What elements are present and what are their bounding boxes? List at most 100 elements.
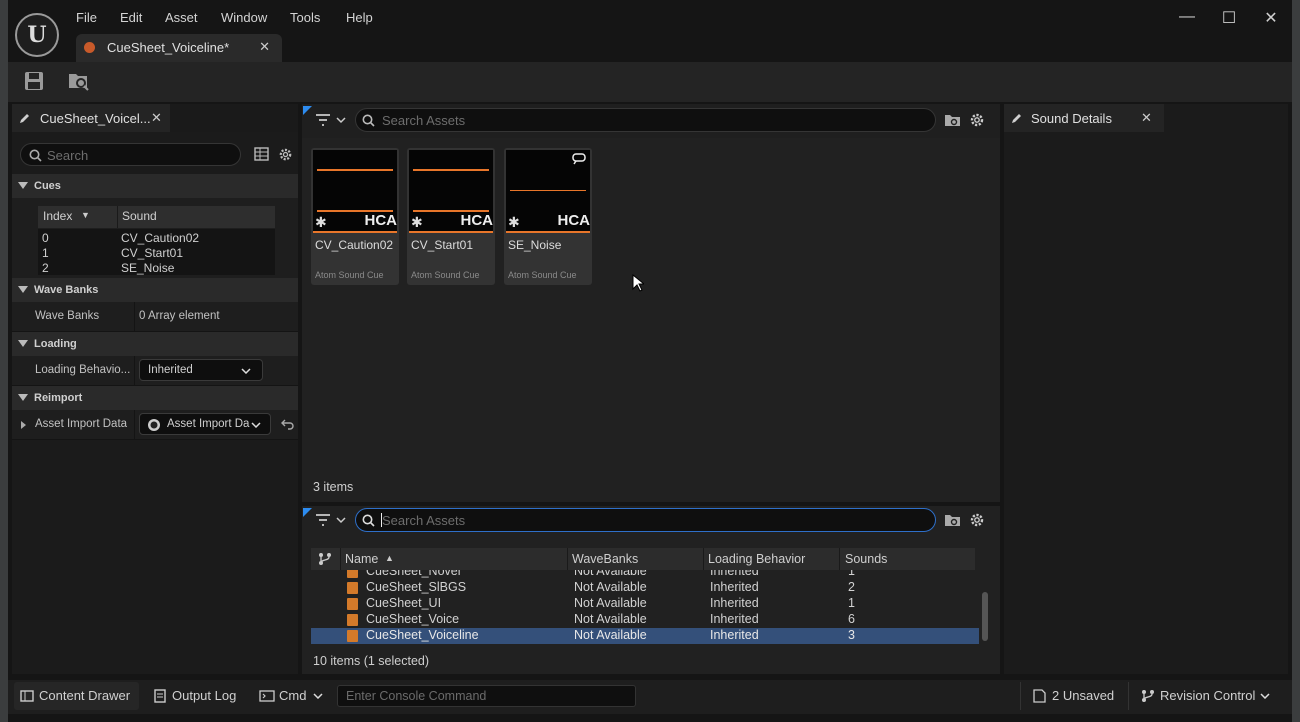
minimize-icon[interactable]: — — [1175, 8, 1199, 28]
loading-section-header[interactable]: Loading — [12, 332, 298, 356]
sound-details-tab[interactable]: Sound Details ✕ — [1004, 104, 1164, 132]
codec-badge: HCA — [364, 212, 398, 229]
cues-table-header: Index ▼ Sound — [38, 206, 275, 228]
unreal-small-icon — [148, 419, 160, 431]
menu-help[interactable]: Help — [346, 10, 373, 28]
revision-branch-icon[interactable] — [318, 552, 332, 566]
menu-edit[interactable]: Edit — [120, 10, 142, 28]
toolbar — [8, 62, 1292, 102]
name-column-header[interactable]: Name — [345, 552, 378, 566]
collapse-arrow-icon — [18, 394, 28, 401]
row-wavebanks: Not Available — [574, 612, 647, 626]
folder-search-icon[interactable] — [944, 113, 961, 127]
row-wavebanks: Not Available — [574, 570, 647, 578]
left-tab-label: CueSheet_Voicel... — [40, 111, 151, 126]
folder-search-icon[interactable] — [944, 513, 961, 527]
unsaved-button[interactable]: 2 Unsaved — [1030, 682, 1120, 710]
drawer-icon — [20, 690, 34, 702]
index-header[interactable]: Index — [43, 209, 72, 223]
unreal-logo-icon[interactable]: U — [15, 13, 59, 57]
asset-tile[interactable]: ✱ HCA CV_Start01 Atom Sound Cue — [407, 148, 495, 285]
row-loading: Inherited — [710, 628, 759, 642]
list-scrollbar[interactable] — [982, 592, 988, 641]
menu-file[interactable]: File — [76, 10, 97, 28]
row-name: CueSheet_Voiceline — [366, 628, 479, 642]
filter-dropdown[interactable] — [313, 111, 349, 129]
asset-color-bar — [313, 231, 397, 233]
save-icon[interactable] — [23, 70, 47, 94]
cue-index[interactable]: 0 — [42, 231, 49, 245]
list-row-selected[interactable]: CueSheet_Voiceline Not Available Inherit… — [311, 628, 979, 644]
expand-arrow-icon[interactable] — [20, 420, 27, 430]
column-divider — [134, 302, 135, 332]
close-left-tab-icon[interactable]: ✕ — [151, 110, 162, 126]
row-sounds: 1 — [848, 596, 855, 610]
asset-name: SE_Noise — [508, 238, 562, 252]
row-name: CueSheet_Voice — [366, 612, 460, 626]
asset-list-body: CueSheet_Novel Not Available Inherited 1… — [311, 570, 979, 644]
list-row[interactable]: CueSheet_Novel Not Available Inherited 1 — [311, 570, 979, 580]
reimport-section-header[interactable]: Reimport — [12, 386, 298, 410]
item-count: 10 items (1 selected) — [313, 654, 430, 668]
codec-badge: HCA — [460, 212, 494, 229]
list-row[interactable]: CueSheet_Voice Not Available Inherited 6 — [311, 612, 979, 628]
waveform-line — [413, 169, 489, 171]
close-window-icon[interactable]: ✕ — [1259, 8, 1283, 28]
details-search-input[interactable]: Search — [20, 143, 241, 166]
document-tab[interactable]: CueSheet_Voiceline* ✕ — [76, 34, 282, 62]
row-sounds: 6 — [848, 612, 855, 626]
left-panel-tab[interactable]: CueSheet_Voicel... ✕ — [12, 104, 170, 132]
column-divider — [340, 548, 341, 570]
item-count: 3 items — [313, 480, 354, 494]
collapse-arrow-icon — [18, 182, 28, 189]
list-row[interactable]: CueSheet_SlBGS Not Available Inherited 2 — [311, 580, 979, 596]
settings-gear-icon[interactable] — [969, 112, 985, 128]
maximize-icon[interactable]: ☐ — [1217, 8, 1241, 28]
asset-tile[interactable]: ✱ HCA CV_Caution02 Atom Sound Cue — [311, 148, 399, 285]
menu-window[interactable]: Window — [221, 10, 267, 28]
settings-gear-icon[interactable] — [969, 512, 985, 528]
cues-section-header[interactable]: Cues — [12, 174, 298, 198]
cue-sound[interactable]: CV_Start01 — [121, 246, 183, 260]
content-search-input-focused[interactable]: Search Assets — [355, 508, 936, 532]
wavebanks-column-header[interactable]: WaveBanks — [572, 552, 638, 566]
filter-dropdown[interactable] — [313, 511, 349, 529]
sound-details-tab-label: Sound Details — [1031, 111, 1112, 126]
asset-type: Atom Sound Cue — [508, 270, 577, 280]
settings-gear-icon[interactable] — [278, 147, 293, 162]
output-log-button[interactable]: Output Log — [147, 682, 242, 710]
loading-column-header[interactable]: Loading Behavior — [708, 552, 805, 566]
menu-asset[interactable]: Asset — [165, 10, 198, 28]
filter-icon — [316, 514, 346, 526]
search-icon — [362, 114, 375, 127]
menu-tools[interactable]: Tools — [290, 10, 320, 28]
cue-index[interactable]: 2 — [42, 261, 49, 275]
cmd-dropdown[interactable]: Cmd — [252, 682, 328, 710]
unsaved-file-icon — [1033, 689, 1046, 703]
console-command-input[interactable]: Enter Console Command — [337, 685, 636, 707]
list-row[interactable]: CueSheet_UI Not Available Inherited 1 — [311, 596, 979, 612]
wave-banks-value[interactable]: 0 Array element — [139, 310, 220, 322]
asset-import-data-dropdown[interactable]: Asset Import Da — [139, 413, 271, 435]
cue-sound[interactable]: SE_Noise — [121, 261, 174, 275]
loading-behavior-value: Inherited — [148, 364, 193, 376]
sounds-column-header[interactable]: Sounds — [845, 552, 887, 566]
asset-tile[interactable]: ✱ HCA SE_Noise Atom Sound Cue — [504, 148, 592, 285]
content-search-input[interactable]: Search Assets — [355, 108, 936, 132]
cue-sound[interactable]: CV_Caution02 — [121, 231, 199, 245]
wave-banks-section-header[interactable]: Wave Banks — [12, 278, 298, 302]
asset-name: CV_Caution02 — [315, 238, 394, 252]
reset-arrow-icon[interactable] — [281, 418, 295, 430]
asset-color-bar — [409, 231, 493, 233]
sort-up-icon: ▲ — [385, 553, 394, 563]
loading-behavior-dropdown[interactable]: Inherited — [139, 359, 263, 381]
sound-header[interactable]: Sound — [122, 209, 157, 223]
table-view-icon[interactable] — [254, 147, 269, 161]
cuesheet-icon — [347, 630, 358, 642]
browse-icon[interactable] — [67, 70, 91, 94]
cue-index[interactable]: 1 — [42, 246, 49, 260]
content-drawer-button[interactable]: Content Drawer — [14, 682, 139, 710]
close-tab-icon[interactable]: ✕ — [259, 39, 270, 55]
revision-control-dropdown[interactable]: Revision Control — [1138, 682, 1276, 710]
close-details-tab-icon[interactable]: ✕ — [1141, 110, 1152, 126]
